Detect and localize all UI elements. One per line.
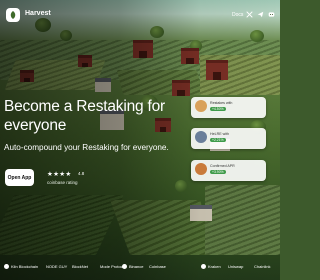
partner-logo: Uniswap: [228, 264, 244, 269]
nav-docs-link[interactable]: Docs: [232, 12, 243, 18]
hero-title: Become a Restaking for everyone: [4, 98, 166, 134]
partner-logo-icon: [122, 264, 127, 270]
discord-icon[interactable]: [268, 11, 275, 18]
brand-name[interactable]: Harvest: [25, 10, 51, 17]
card-amount-badge: +3.90%: [210, 170, 226, 174]
partner-logo: Binance: [122, 264, 143, 270]
partner-logo: BlockNet: [72, 264, 89, 269]
card-title: Restakes with: [210, 101, 233, 105]
avatar: [195, 100, 207, 112]
partner-logo: Chainlink: [254, 264, 271, 269]
avatar: [195, 131, 207, 143]
card-title: HeLRE with: [210, 132, 229, 136]
activity-card: HeLRE with +2.21%: [191, 128, 266, 149]
telegram-icon[interactable]: [257, 11, 264, 18]
partner-logo-icon: [201, 264, 206, 270]
x-twitter-icon[interactable]: [246, 11, 253, 18]
partner-logo: Coinbase: [149, 264, 166, 269]
partner-logo-icon: [4, 264, 9, 270]
activity-card: Confirmed APR +3.90%: [191, 160, 266, 181]
activity-card: Restakes with +4.50%: [191, 97, 266, 118]
harvest-logo-icon[interactable]: [6, 8, 20, 22]
open-app-button[interactable]: Open App: [5, 169, 34, 186]
partner-logo: NODE GUY: [46, 264, 68, 269]
partner-logo: Kiln Blockchain: [4, 264, 38, 270]
hero-subtitle: Auto-compound your Restaking for everyon…: [4, 143, 169, 152]
avatar: [195, 163, 207, 175]
card-amount-badge: +2.21%: [210, 138, 226, 142]
rating-label: coinbase rating: [47, 180, 78, 185]
rating-stars-icon: ★★★★: [47, 171, 72, 178]
partner-logo: Kraken: [201, 264, 221, 270]
card-amount-badge: +4.50%: [210, 107, 226, 111]
card-title: Confirmed APR: [210, 164, 235, 168]
rating-value: 4.8: [78, 171, 85, 176]
